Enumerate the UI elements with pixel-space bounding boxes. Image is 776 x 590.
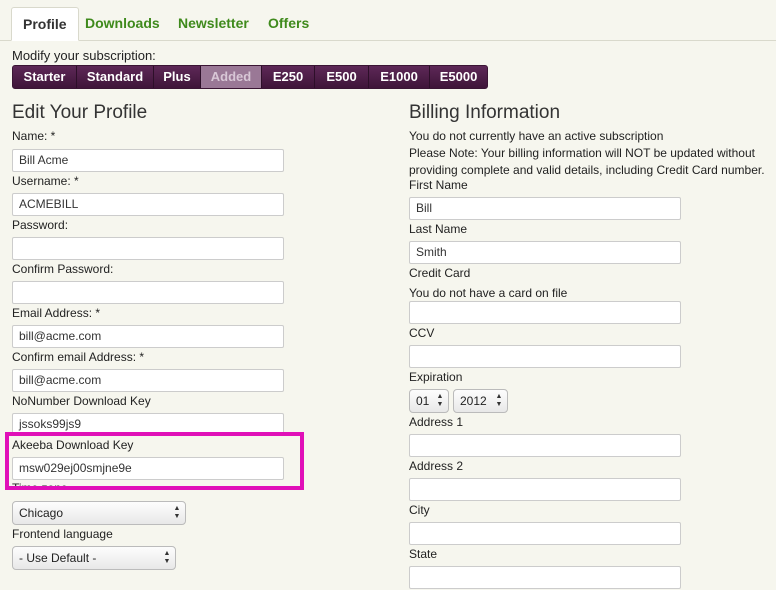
credit-card-input[interactable] [409, 301, 681, 324]
first-name-label: First Name [409, 178, 468, 192]
tab-profile[interactable]: Profile [11, 7, 79, 41]
select-arrows-icon: ▲ ▼ [163, 550, 171, 565]
address1-input[interactable] [409, 434, 681, 457]
plan-e500-button[interactable]: E500 [315, 66, 369, 88]
password-input[interactable] [12, 237, 284, 260]
billing-heading: Billing Information [409, 102, 561, 123]
profile-heading: Edit Your Profile [12, 102, 148, 123]
email-label: Email Address: * [12, 306, 101, 320]
password-label: Password: [12, 218, 69, 232]
plan-plus-button[interactable]: Plus [154, 66, 201, 88]
select-arrows-icon: ▲ ▼ [436, 393, 444, 408]
confirm-password-input[interactable] [12, 281, 284, 304]
timezone-select[interactable]: Chicago ▲ ▼ [12, 501, 186, 525]
subscription-status-note: You do not currently have an active subs… [409, 129, 664, 143]
expiration-label: Expiration [409, 370, 463, 384]
state-input[interactable] [409, 566, 681, 589]
username-input[interactable]: ACMEBILL [12, 193, 284, 216]
tab-newsletter[interactable]: Newsletter [167, 7, 260, 40]
confirm-password-label: Confirm Password: [12, 262, 114, 276]
plan-e250-button[interactable]: E250 [262, 66, 315, 88]
email-input[interactable]: bill@acme.com [12, 325, 284, 348]
address2-label: Address 2 [409, 459, 464, 473]
expiration-month-select[interactable]: 01 ▲ ▼ [409, 389, 449, 413]
select-arrows-icon: ▲ ▼ [495, 393, 503, 408]
state-label: State [409, 547, 438, 561]
first-name-input[interactable]: Bill [409, 197, 681, 220]
username-label: Username: * [12, 174, 79, 188]
expiration-year-select[interactable]: 2012 ▲ ▼ [453, 389, 508, 413]
subscription-label: Modify your subscription: [12, 48, 156, 63]
language-select-value: - Use Default - [19, 551, 97, 565]
last-name-input[interactable]: Smith [409, 241, 681, 264]
last-name-label: Last Name [409, 222, 468, 236]
address2-input[interactable] [409, 478, 681, 501]
expiration-year-value: 2012 [460, 394, 487, 408]
ccv-label: CCV [409, 326, 435, 340]
plan-starter-button[interactable]: Starter [13, 66, 77, 88]
tab-bar: Profile Downloads Newsletter Offers [0, 0, 776, 41]
card-status-text: You do not have a card on file [409, 286, 568, 300]
nonumber-key-label: NoNumber Download Key [12, 394, 151, 408]
name-input[interactable]: Bill Acme [12, 149, 284, 172]
language-select[interactable]: - Use Default - ▲ ▼ [12, 546, 176, 570]
expiration-month-value: 01 [416, 394, 430, 408]
credit-card-label: Credit Card [409, 266, 471, 280]
plan-selector: Starter Standard Plus Added E250 E500 E1… [12, 65, 488, 89]
city-input[interactable] [409, 522, 681, 545]
name-label: Name: * [12, 129, 56, 143]
plan-e5000-button[interactable]: E5000 [430, 66, 487, 88]
plan-added-button[interactable]: Added [201, 66, 262, 88]
confirm-email-label: Confirm email Address: * [12, 350, 145, 364]
tab-downloads[interactable]: Downloads [74, 7, 171, 40]
select-arrows-icon: ▲ ▼ [173, 505, 181, 520]
ccv-input[interactable] [409, 345, 681, 368]
language-label: Frontend language [12, 527, 113, 541]
billing-warning-note-cont: providing complete and valid details, in… [409, 163, 765, 177]
timezone-select-value: Chicago [19, 506, 64, 520]
highlight-box [5, 432, 304, 490]
confirm-email-input[interactable]: bill@acme.com [12, 369, 284, 392]
tab-offers[interactable]: Offers [257, 7, 320, 40]
plan-e1000-button[interactable]: E1000 [369, 66, 430, 88]
address1-label: Address 1 [409, 415, 464, 429]
billing-warning-note: Please Note: Your billing information wi… [409, 146, 755, 160]
city-label: City [409, 503, 430, 517]
plan-standard-button[interactable]: Standard [77, 66, 154, 88]
